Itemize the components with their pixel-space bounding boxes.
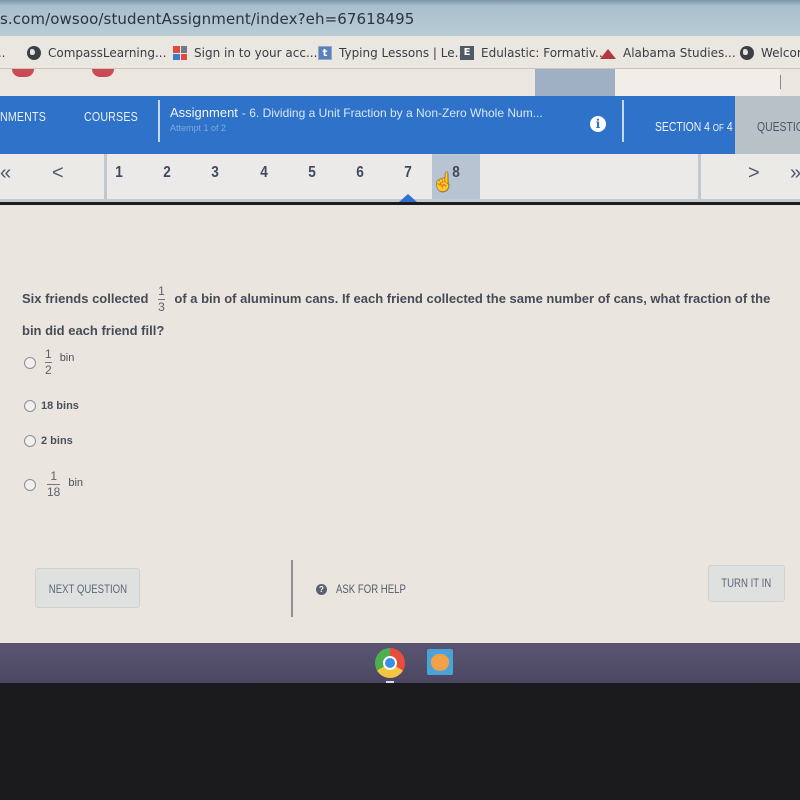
current-page-indicator: [399, 194, 417, 202]
info-icon[interactable]: i: [590, 116, 606, 132]
taskbar: [0, 643, 800, 683]
address-bar[interactable]: s.com/owsoo/studentAssignment/index?eh=6…: [0, 0, 800, 36]
first-page-button[interactable]: «: [0, 162, 11, 185]
radio-button[interactable]: [24, 356, 36, 369]
header-tab[interactable]: [615, 69, 780, 96]
question-text-before: Six friends collected: [22, 291, 149, 306]
ask-for-help-label: ASK FOR HELP: [336, 582, 406, 596]
page-3[interactable]: 3: [195, 164, 236, 199]
bookmark-welcome[interactable]: Welcom: [740, 44, 800, 62]
fraction-denominator: 2: [45, 363, 52, 377]
globe-icon: [740, 46, 754, 60]
section-label: SECTION 4: [655, 119, 710, 134]
edulastic-e-icon: E: [460, 46, 474, 60]
assignment-nav: NMENTS COURSES Assignment - 6. Dividing a…: [0, 96, 800, 154]
prev-page-button[interactable]: <: [52, 162, 64, 185]
turn-it-in-button[interactable]: TURN IT IN: [708, 565, 785, 602]
fraction-denominator: 3: [158, 300, 165, 315]
action-divider: [291, 560, 293, 617]
apple-icon: [600, 49, 616, 59]
next-question-button[interactable]: NEXT QUESTION: [35, 568, 140, 608]
section-of: OF: [712, 123, 724, 134]
scratch-jr-icon[interactable]: [427, 649, 453, 675]
bookmark-edulastic[interactable]: E Edulastic: Formativ...: [460, 44, 606, 62]
answer-option-4[interactable]: 1 18 bin: [24, 470, 83, 499]
option-text: 18 bins: [41, 400, 79, 412]
nav-divider: [622, 100, 624, 142]
attempt-text: Attempt 1 of 2: [170, 123, 227, 133]
question-fraction: 1 3: [158, 285, 165, 314]
fraction-numerator: 1: [45, 347, 52, 361]
assignment-name: - 6. Dividing a Unit Fraction by a Non-Z…: [241, 106, 543, 120]
assignment-label: Assignment: [170, 105, 238, 120]
bookmark-label: Edulastic: Formativ...: [481, 46, 607, 60]
bookmark-label: CompassLearning...: [48, 46, 167, 60]
page-2[interactable]: 2: [147, 164, 188, 199]
bookmarks-bar: ... CompassLearning... Sign in to your a…: [0, 36, 800, 69]
logo-fragment: [12, 69, 34, 77]
bookmark-truncated[interactable]: ...: [0, 44, 5, 62]
header-divider: [780, 75, 781, 89]
site-header: [0, 69, 800, 96]
answer-option-3[interactable]: 2 bins: [24, 435, 73, 447]
chrome-icon[interactable]: [375, 648, 405, 678]
logo-fragment: [92, 69, 114, 77]
option-text: 2 bins: [41, 435, 73, 447]
fraction-numerator: 1: [50, 469, 58, 483]
turn-it-in-label: TURN IT IN: [721, 576, 772, 590]
option-unit: bin: [68, 476, 84, 489]
assignment-title: Assignment - 6. Dividing a Unit Fraction …: [170, 105, 543, 120]
bookmark-typing-lessons[interactable]: t Typing Lessons | Le...: [318, 44, 466, 62]
help-icon: ?: [316, 583, 327, 595]
page-1[interactable]: 1: [99, 164, 140, 199]
fraction-denominator: 18: [47, 485, 61, 499]
question-pager: « < 1 2 3 4 5 6 7 8 > »: [0, 154, 800, 202]
typing-t-icon: t: [318, 46, 332, 60]
option-unit: bin: [59, 351, 75, 364]
ask-for-help-button[interactable]: ? ASK FOR HELP: [316, 582, 423, 596]
globe-icon: [27, 46, 41, 60]
page-4[interactable]: 4: [244, 164, 285, 199]
nav-assignments[interactable]: NMENTS: [0, 109, 46, 124]
url-text[interactable]: s.com/owsoo/studentAssignment/index?eh=6…: [0, 10, 414, 28]
header-tab[interactable]: [535, 69, 615, 96]
section-total: 4: [726, 119, 733, 134]
fraction-numerator: 1: [158, 284, 165, 299]
nav-divider: [158, 100, 160, 142]
next-page-button[interactable]: >: [748, 162, 760, 185]
bookmark-label: Alabama Studies...: [623, 46, 736, 60]
bookmark-alabama-studies[interactable]: Alabama Studies...: [600, 44, 736, 62]
page-5[interactable]: 5: [292, 164, 333, 199]
question-content: Six friends collected 1 3 of a bin of al…: [0, 205, 800, 643]
microsoft-icon: [173, 46, 187, 60]
answer-option-1[interactable]: 1 2 bin: [24, 348, 74, 377]
page-6[interactable]: 6: [340, 164, 381, 199]
bookmark-label: Welcom: [761, 46, 800, 60]
bookmark-label: ...: [0, 46, 6, 60]
question-tab[interactable]: QUESTION: [757, 119, 800, 134]
answer-option-2[interactable]: 18 bins: [24, 400, 79, 412]
radio-button[interactable]: [24, 400, 36, 412]
bookmark-label: Sign in to your acc...: [194, 46, 318, 60]
next-question-label: NEXT QUESTION: [48, 582, 127, 596]
bookmark-label: Typing Lessons | Le...: [339, 46, 467, 60]
option-fraction: 1 18: [47, 469, 61, 499]
radio-button[interactable]: [24, 478, 36, 491]
option-fraction: 1 2: [45, 348, 52, 377]
section-indicator: SECTION 4 OF 4: [655, 119, 733, 134]
bookmark-compasslearning[interactable]: CompassLearning...: [27, 44, 166, 62]
question-text: Six friends collected 1 3 of a bin of al…: [22, 283, 792, 347]
bookmark-sign-in[interactable]: Sign in to your acc...: [173, 44, 317, 62]
monitor-bezel: [0, 683, 800, 800]
radio-button[interactable]: [24, 435, 36, 447]
nav-courses[interactable]: COURSES: [84, 109, 138, 124]
last-page-button[interactable]: »: [790, 162, 800, 185]
hand-cursor-icon: ☝: [432, 172, 455, 192]
